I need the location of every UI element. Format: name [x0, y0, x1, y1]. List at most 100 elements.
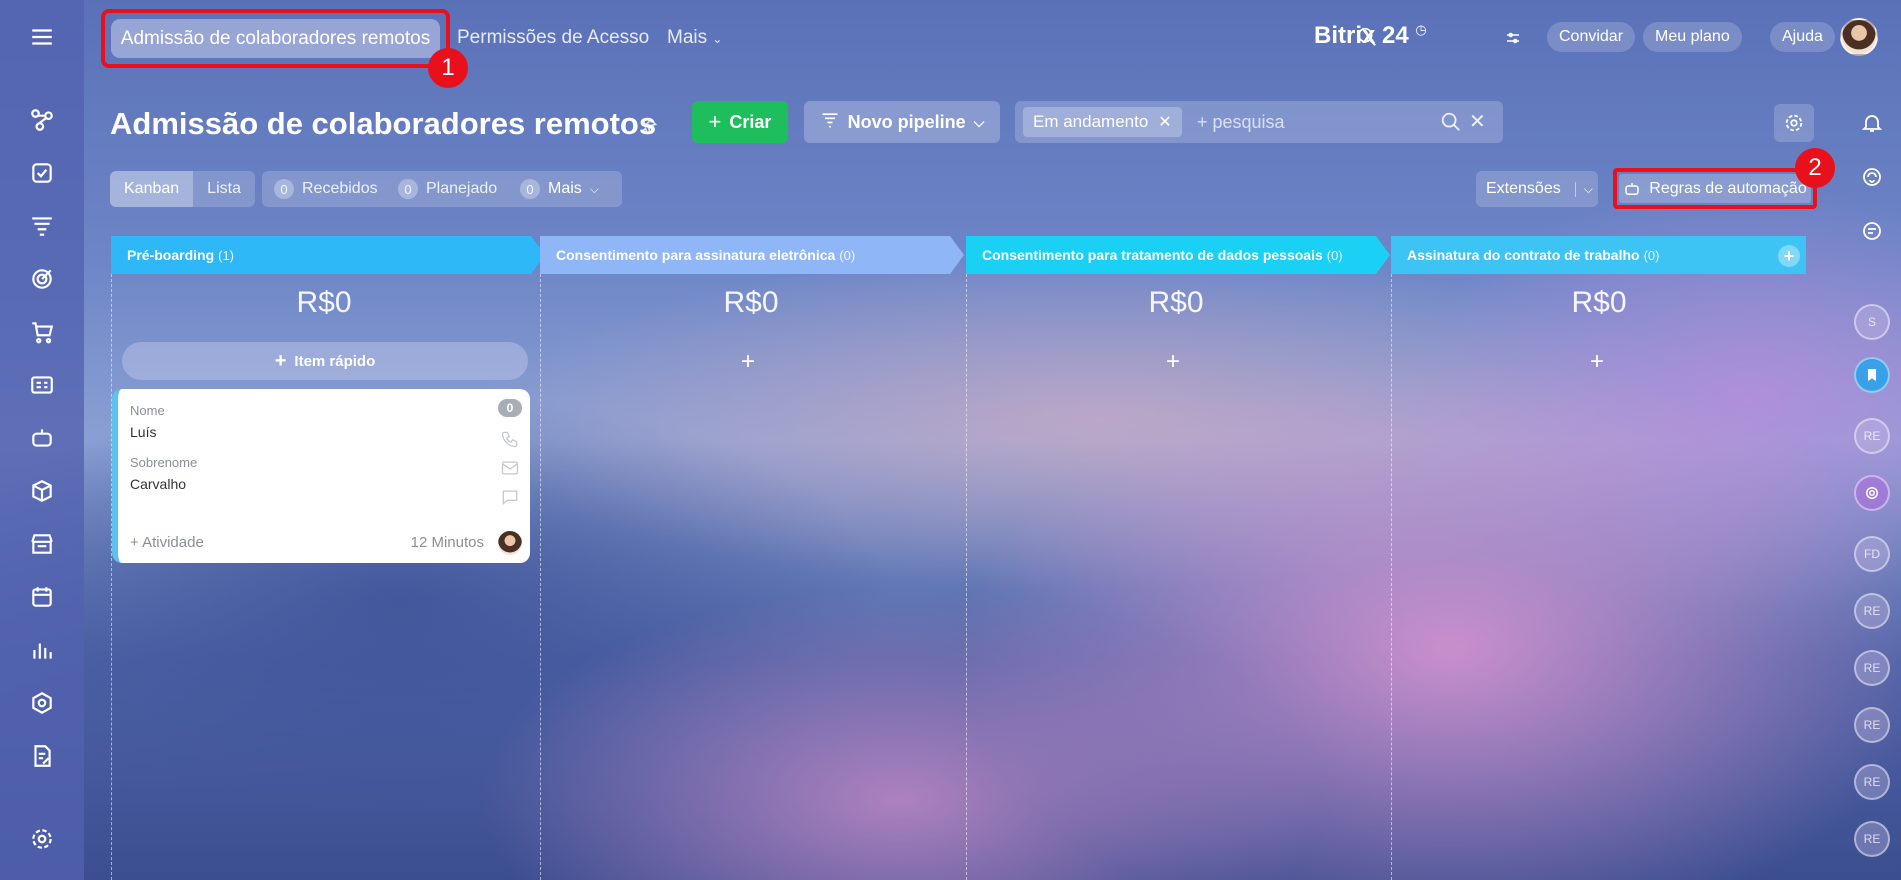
stage-name: Assinatura do contrato de trabalho [1407, 247, 1640, 263]
counter-planned-label: Planejado [426, 180, 498, 197]
counter-more[interactable]: 0 Mais ⌵ [520, 179, 599, 199]
settings-gear-icon[interactable] [22, 819, 62, 859]
store-icon[interactable] [22, 524, 62, 564]
counter-more-label: Mais [548, 180, 582, 197]
search-icon[interactable] [1440, 111, 1462, 138]
chevron-down-icon: ⌵ [973, 113, 985, 130]
stage-name: Consentimento para tratamento de dados p… [982, 247, 1323, 263]
pipeline-label: Novo pipeline [847, 111, 966, 132]
chat-sync-icon[interactable] [1855, 214, 1889, 248]
counters-bar: 0 Recebidos 0 Planejado 0 Mais ⌵ [262, 171, 622, 207]
close-icon[interactable]: ✕ [1158, 112, 1171, 132]
stage-arrow [1376, 236, 1390, 274]
quick-item-button[interactable]: + Item rápido [122, 342, 528, 380]
column-divider [1391, 274, 1392, 880]
contacts-card-icon[interactable] [22, 365, 62, 405]
stage-name: Pré-boarding [127, 247, 215, 263]
annotation-badge-1: 1 [428, 48, 468, 88]
recent-chat-avatar[interactable]: S [1854, 304, 1890, 340]
pin-icon[interactable] [638, 116, 658, 141]
robot-icon[interactable] [22, 418, 62, 458]
recent-chat-avatar[interactable]: RE [1854, 418, 1890, 454]
chat-icon[interactable] [500, 487, 520, 507]
stage-count: (0) [839, 247, 856, 263]
counter-received[interactable]: 0 Recebidos [274, 179, 378, 199]
stage-arrow [950, 236, 964, 274]
stage-amount: R$0 [1571, 286, 1627, 319]
right-sidebar: S RE FD RE RE RE RE RE [1841, 74, 1901, 880]
crm-funnel-icon[interactable] [22, 206, 62, 246]
analytics-icon[interactable] [22, 630, 62, 670]
responsible-avatar[interactable] [498, 531, 522, 555]
board-settings-button[interactable] [1774, 104, 1814, 142]
add-activity-link[interactable]: + Atividade [130, 534, 204, 551]
phone-icon[interactable] [500, 429, 520, 449]
stage-name: Consentimento para assinatura eletrônica [556, 247, 836, 263]
stage-count: (1) [218, 247, 235, 263]
bookmark-icon[interactable] [1854, 357, 1890, 393]
counter-more-num: 0 [520, 179, 540, 199]
add-item-plus-icon[interactable]: + [741, 348, 755, 376]
stage-header-data-consent[interactable]: Consentimento para tratamento de dados p… [966, 236, 1390, 274]
plus-icon: + [274, 349, 287, 372]
extensions-label: Extensões [1486, 180, 1561, 197]
invite-button[interactable]: Convidar [1547, 22, 1636, 52]
plus-icon: + [708, 109, 722, 134]
bell-icon[interactable] [1855, 106, 1889, 140]
tab-access-permissions[interactable]: Permissões de Acesso [457, 27, 649, 49]
target-icon[interactable] [22, 259, 62, 299]
tab-onboarding-remote[interactable]: Admissão de colaboradores remotos [111, 19, 440, 58]
extensions-button[interactable]: Extensões ⌵ [1476, 171, 1598, 207]
tab-more[interactable]: Mais ⌄ [667, 27, 722, 49]
copilot-icon[interactable] [1855, 160, 1889, 194]
document-sign-icon[interactable] [22, 736, 62, 776]
add-item-plus-icon[interactable]: + [1166, 348, 1180, 376]
recent-chat-avatar[interactable]: RE [1854, 821, 1890, 857]
annotation-badge-2: 2 [1795, 148, 1835, 188]
new-pipeline-button[interactable]: Novo pipeline ⌵ [804, 101, 1000, 143]
stage-header-employment-contract[interactable]: Assinatura do contrato de trabalho (0) + [1391, 236, 1806, 274]
counter-planned[interactable]: 0 Planejado [398, 179, 497, 199]
stage-count: (0) [1643, 247, 1660, 263]
filter-chip-label: Em andamento [1033, 112, 1149, 131]
cart-icon[interactable] [22, 312, 62, 352]
recent-chat-avatar[interactable]: RE [1854, 650, 1890, 686]
stage-header-pre-boarding[interactable]: Pré-boarding (1) [111, 236, 545, 274]
create-button[interactable]: + Criar [692, 101, 788, 143]
channel-icon[interactable] [1854, 475, 1890, 511]
recent-chat-avatar[interactable]: RE [1854, 764, 1890, 800]
clear-icon[interactable]: ✕ [1469, 109, 1486, 134]
tasks-icon[interactable] [22, 153, 62, 193]
card-counter-badge: 0 [498, 399, 522, 417]
my-plan-button[interactable]: Meu plano [1643, 22, 1742, 52]
view-list[interactable]: Lista [193, 171, 255, 207]
search-filter-box[interactable]: Em andamento ✕ + pesquisa ✕ [1015, 101, 1503, 143]
calendar-icon[interactable] [22, 577, 62, 617]
search-input[interactable]: + pesquisa [1197, 112, 1285, 133]
add-item-plus-icon[interactable]: + [1590, 348, 1604, 376]
user-avatar[interactable] [1840, 18, 1878, 56]
hexagon-icon[interactable] [22, 683, 62, 723]
automation-rules-button[interactable]: Regras de automação [1619, 174, 1811, 203]
clock-icon: ◷ [1415, 22, 1427, 37]
sliders-icon[interactable] [1504, 29, 1522, 52]
box-icon[interactable] [22, 471, 62, 511]
view-kanban[interactable]: Kanban [110, 171, 194, 207]
recent-chat-avatar[interactable]: RE [1854, 707, 1890, 743]
filter-chip-in-progress[interactable]: Em andamento ✕ [1023, 107, 1182, 137]
deal-card[interactable]: 0 Nome Luís Sobrenome Carvalho + Ativida… [112, 389, 530, 563]
stage-amount: R$0 [723, 286, 779, 319]
help-button[interactable]: Ajuda [1770, 22, 1835, 52]
email-icon[interactable] [500, 458, 520, 478]
tab-more-label: Mais [667, 27, 708, 48]
quick-item-label: Item rápido [294, 352, 376, 370]
field-value-name[interactable]: Luís [130, 424, 156, 440]
add-stage-icon[interactable]: + [1778, 245, 1800, 267]
feed-icon[interactable] [22, 100, 62, 140]
field-value-surname[interactable]: Carvalho [130, 476, 186, 492]
recent-chat-avatar[interactable]: RE [1854, 593, 1890, 629]
card-time: 12 Minutos [410, 534, 484, 551]
menu-icon[interactable] [22, 17, 62, 57]
recent-chat-avatar[interactable]: FD [1854, 536, 1890, 572]
stage-header-e-signature-consent[interactable]: Consentimento para assinatura eletrônica… [540, 236, 964, 274]
